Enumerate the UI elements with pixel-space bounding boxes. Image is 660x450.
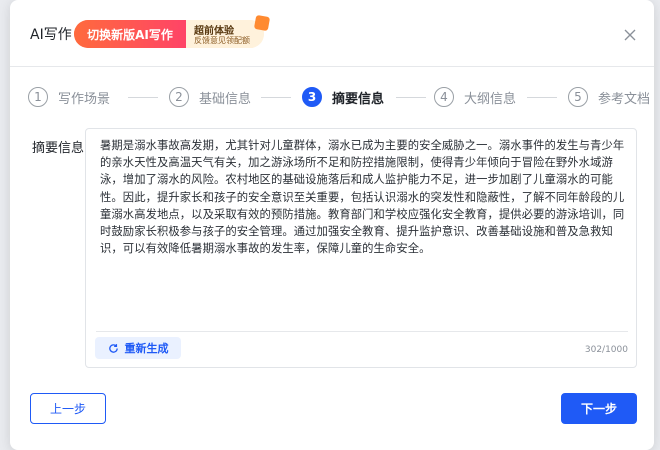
summary-textarea[interactable]: 暑期是溺水事故高发期，尤其针对儿童群体，溺水已成为主要的安全威胁之一。溺水事件的… [85, 128, 637, 368]
regenerate-button[interactable]: 重新生成 [95, 337, 181, 359]
step-connector [128, 97, 158, 98]
summary-text[interactable]: 暑期是溺水事故高发期，尤其针对儿童群体，溺水已成为主要的安全威胁之一。溺水事件的… [100, 137, 632, 257]
switch-new-ai-label: 切换新版AI写作 [74, 20, 186, 48]
promo-badge: 超前体验 反馈意见领配额 [186, 20, 264, 48]
header-divider [10, 66, 654, 67]
step-connector [396, 97, 426, 98]
textarea-divider [96, 331, 628, 332]
step-number: 1 [28, 87, 48, 107]
gift-icon [253, 14, 271, 32]
dialog-title: AI写作 [30, 27, 72, 43]
switch-new-ai-button[interactable]: 切换新版AI写作 超前体验 反馈意见领配额 [74, 20, 264, 48]
step-label: 参考文档 [598, 91, 651, 107]
char-count: 302/1000 [584, 345, 628, 355]
step-connector [527, 97, 557, 98]
next-step-button[interactable]: 下一步 [561, 393, 637, 424]
step-number: 4 [434, 87, 454, 107]
close-icon[interactable] [624, 26, 636, 41]
regenerate-label: 重新生成 [124, 342, 169, 355]
step-1: 1 写作场景 [28, 86, 110, 108]
prev-step-button[interactable]: 上一步 [30, 393, 106, 424]
step-4: 4 大纲信息 [434, 86, 516, 108]
step-connector [261, 97, 291, 98]
ai-writing-dialog: AI写作 切换新版AI写作 超前体验 反馈意见领配额 1 写作场景 2 基础信息 [10, 0, 654, 450]
step-5: 5 参考文档 [568, 86, 650, 108]
step-label: 基础信息 [199, 91, 252, 107]
step-3: 3 摘要信息 [302, 86, 384, 108]
steps-bar: 1 写作场景 2 基础信息 3 摘要信息 4 大纲信息 5 参考文档 [28, 86, 650, 108]
step-2: 2 基础信息 [169, 86, 251, 108]
step-number: 5 [568, 87, 588, 107]
summary-field-label: 摘要信息 [32, 141, 85, 156]
step-number: 2 [169, 87, 189, 107]
step-number: 3 [302, 87, 322, 107]
refresh-icon [108, 343, 118, 353]
dialog-header: AI写作 切换新版AI写作 超前体验 反馈意见领配额 [10, 0, 654, 66]
step-label: 摘要信息 [332, 91, 385, 107]
step-label: 大纲信息 [464, 91, 517, 107]
step-label: 写作场景 [58, 91, 111, 107]
promo-subtitle: 反馈意见领配额 [194, 36, 250, 45]
